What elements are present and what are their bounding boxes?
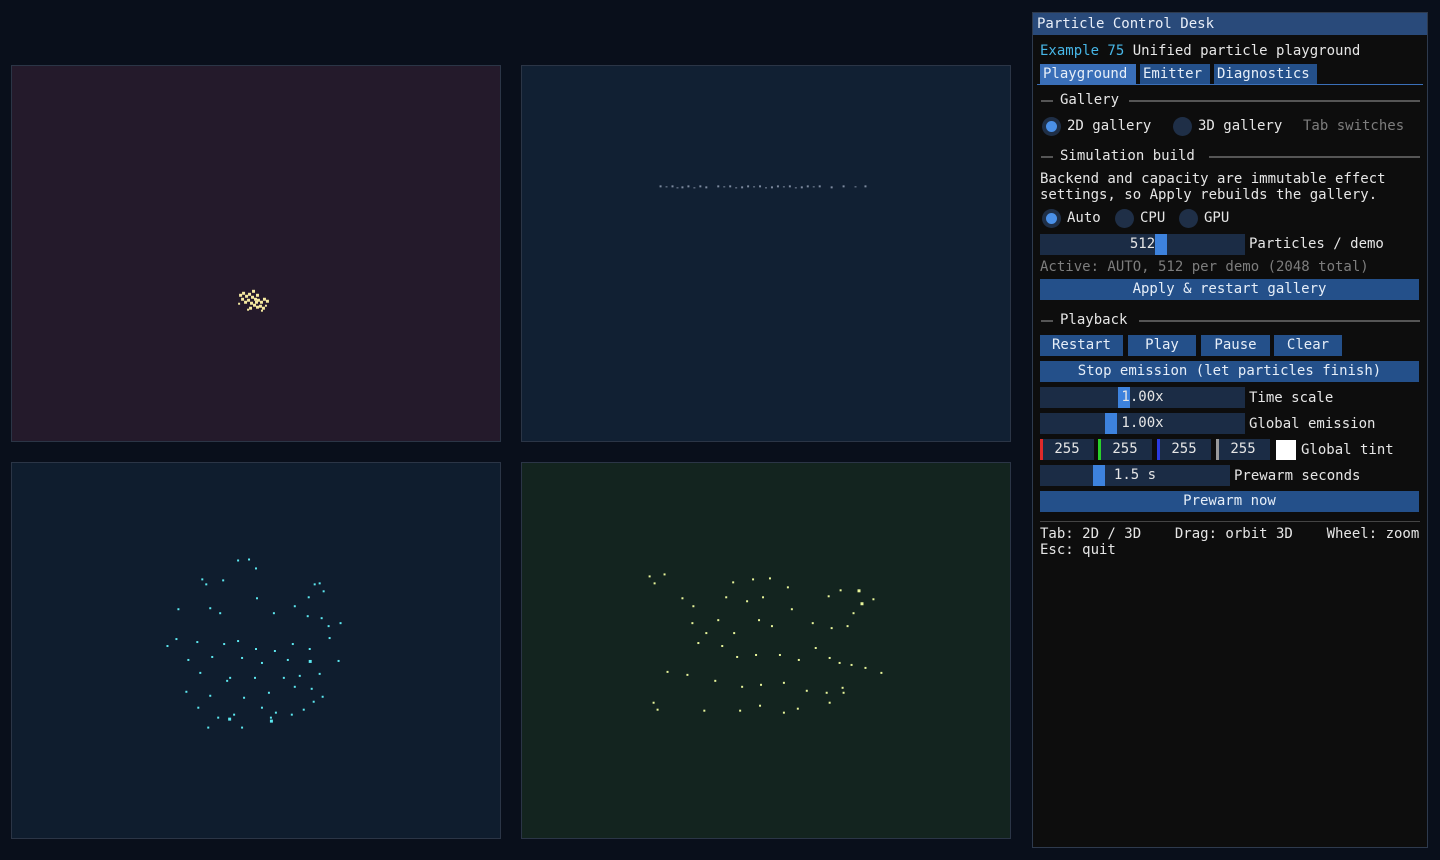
burst-particles bbox=[238, 289, 269, 312]
global-emission-value: 1.00x bbox=[1121, 415, 1164, 431]
separator bbox=[1041, 320, 1053, 322]
apply-restart-button[interactable]: Apply & restart gallery bbox=[1040, 279, 1419, 300]
separator bbox=[1129, 100, 1420, 102]
control-panel: Particle Control Desk Example 75 Unified… bbox=[1032, 12, 1428, 848]
time-scale-label: Time scale bbox=[1249, 390, 1334, 406]
separator bbox=[1139, 320, 1420, 322]
help-divider bbox=[1040, 521, 1420, 522]
gallery-header: Gallery bbox=[1060, 92, 1120, 108]
example-label: Example 75 bbox=[1040, 43, 1125, 59]
demo-viewport-line[interactable] bbox=[521, 65, 1011, 442]
tab-diagnostics[interactable]: Diagnostics bbox=[1214, 64, 1317, 84]
prewarm-slider[interactable]: 1.5 s bbox=[1040, 465, 1230, 486]
global-emission-slider[interactable]: 1.00x bbox=[1040, 413, 1245, 434]
particles-label: Particles / demo bbox=[1249, 236, 1384, 252]
gallery-hint: Tab switches bbox=[1303, 118, 1405, 134]
panel-title[interactable]: Particle Control Desk bbox=[1033, 13, 1427, 35]
gallery-2d-radio[interactable] bbox=[1042, 117, 1061, 136]
gallery-3d-label[interactable]: 3D gallery bbox=[1198, 118, 1282, 134]
particles-value: 512 bbox=[1129, 236, 1156, 252]
backend-cpu-label[interactable]: CPU bbox=[1140, 210, 1165, 226]
tint-green-value: 255 bbox=[1112, 441, 1138, 457]
simulation-header: Simulation build bbox=[1060, 148, 1195, 164]
tint-green-field[interactable]: 255 bbox=[1098, 439, 1152, 460]
tab-emitter[interactable]: Emitter bbox=[1140, 64, 1210, 84]
demo-viewport-sphere[interactable] bbox=[11, 462, 501, 839]
separator bbox=[1209, 156, 1420, 158]
tint-alpha-field[interactable]: 255 bbox=[1216, 439, 1270, 460]
particles-slider[interactable]: 512 bbox=[1040, 234, 1245, 255]
backend-gpu-label[interactable]: GPU bbox=[1204, 210, 1229, 226]
time-scale-slider[interactable]: 1.00x bbox=[1040, 387, 1245, 408]
demo-viewport-fireflies[interactable] bbox=[521, 462, 1011, 839]
tint-color-swatch[interactable] bbox=[1276, 440, 1296, 460]
separator bbox=[1041, 156, 1053, 158]
tab-playground[interactable]: Playground bbox=[1040, 64, 1136, 84]
gallery-3d-radio[interactable] bbox=[1173, 117, 1192, 136]
sphere-particles bbox=[166, 558, 342, 729]
gallery-2d-label[interactable]: 2D gallery bbox=[1067, 118, 1151, 134]
backend-auto-radio[interactable] bbox=[1042, 209, 1061, 228]
backend-cpu-radio[interactable] bbox=[1115, 209, 1134, 228]
simulation-note-1: Backend and capacity are immutable effec… bbox=[1040, 171, 1386, 187]
global-emission-label: Global emission bbox=[1249, 416, 1376, 432]
demo-viewport-burst[interactable] bbox=[11, 65, 501, 442]
backend-auto-label[interactable]: Auto bbox=[1067, 210, 1101, 226]
prewarm-value: 1.5 s bbox=[1113, 467, 1157, 483]
tint-blue-value: 255 bbox=[1171, 441, 1197, 457]
firefly-particles bbox=[648, 573, 883, 714]
tint-blue-field[interactable]: 255 bbox=[1157, 439, 1211, 460]
tint-alpha-value: 255 bbox=[1230, 441, 1256, 457]
active-status: Active: AUTO, 512 per demo (2048 total) bbox=[1040, 259, 1369, 275]
time-scale-value: 1.00x bbox=[1121, 389, 1164, 405]
global-tint-label: Global tint bbox=[1301, 442, 1394, 458]
green-channel-marker bbox=[1098, 439, 1101, 460]
prewarm-now-button[interactable]: Prewarm now bbox=[1040, 491, 1419, 512]
separator bbox=[1041, 100, 1053, 102]
tint-red-field[interactable]: 255 bbox=[1040, 439, 1094, 460]
blue-channel-marker bbox=[1157, 439, 1160, 460]
backend-gpu-radio[interactable] bbox=[1179, 209, 1198, 228]
play-button[interactable]: Play bbox=[1128, 335, 1196, 356]
alpha-channel-marker bbox=[1216, 439, 1219, 460]
example-header: Example 75 Unified particle playground bbox=[1040, 43, 1360, 59]
stop-emission-button[interactable]: Stop emission (let particles finish) bbox=[1040, 361, 1419, 382]
help-line-quit: Esc: quit bbox=[1040, 542, 1116, 558]
restart-button[interactable]: Restart bbox=[1040, 335, 1123, 356]
help-line-controls: Tab: 2D / 3D Drag: orbit 3D Wheel: zoom bbox=[1040, 526, 1420, 542]
simulation-note-2: settings, so Apply rebuilds the gallery. bbox=[1040, 187, 1378, 203]
example-description: Unified particle playground bbox=[1132, 43, 1361, 59]
tint-red-value: 255 bbox=[1054, 441, 1080, 457]
tab-underline bbox=[1037, 84, 1423, 85]
pause-button[interactable]: Pause bbox=[1201, 335, 1270, 356]
red-channel-marker bbox=[1040, 439, 1043, 460]
playback-header: Playback bbox=[1060, 312, 1128, 328]
line-particles bbox=[659, 185, 867, 189]
clear-button[interactable]: Clear bbox=[1274, 335, 1342, 356]
prewarm-label: Prewarm seconds bbox=[1234, 468, 1361, 484]
